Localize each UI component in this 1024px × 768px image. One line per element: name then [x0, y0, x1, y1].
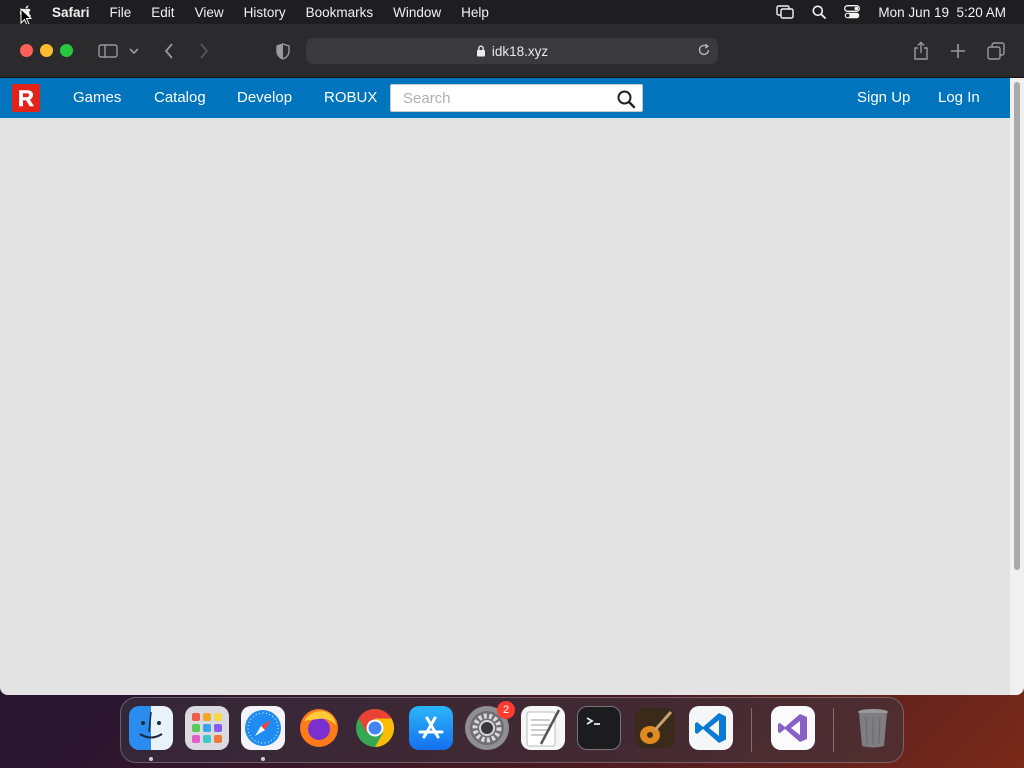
menu-history[interactable]: History: [244, 5, 286, 20]
dock-terminal[interactable]: [577, 706, 621, 750]
roblox-logo-icon[interactable]: R: [12, 84, 40, 112]
new-tab-icon[interactable]: [946, 39, 970, 63]
sign-up-link[interactable]: Sign Up: [857, 78, 910, 118]
tab-overview-icon[interactable]: [984, 39, 1008, 63]
back-icon[interactable]: [157, 39, 181, 63]
menu-view[interactable]: View: [195, 5, 224, 20]
trash-icon: [858, 709, 888, 748]
nav-develop[interactable]: Develop: [237, 78, 292, 118]
dock-garageband[interactable]: [633, 706, 677, 750]
zoom-window-button[interactable]: [60, 44, 73, 57]
nav-games[interactable]: Games: [73, 78, 121, 118]
nav-catalog[interactable]: Catalog: [154, 78, 206, 118]
dock-textedit[interactable]: [521, 706, 565, 750]
chevron-down-icon[interactable]: [124, 39, 144, 63]
dock-separator-trash: [833, 708, 834, 752]
address-bar[interactable]: idk18.xyz: [306, 38, 718, 64]
menu-window[interactable]: Window: [393, 5, 441, 20]
vscode-icon: [695, 713, 726, 743]
reload-icon[interactable]: [696, 42, 712, 58]
dock-safari[interactable]: [241, 706, 285, 750]
dock-finder[interactable]: [129, 706, 173, 750]
spotlight-search-icon[interactable]: [812, 5, 827, 19]
menu-bar: Safari File Edit View History Bookmarks …: [0, 0, 1024, 24]
dock-visual-studio[interactable]: [771, 706, 815, 750]
close-window-button[interactable]: [20, 44, 33, 57]
search-box: [390, 84, 643, 112]
notification-badge: 2: [497, 701, 515, 719]
safari-window: idk18.xyz R Games Catalog Develop ROBUX: [0, 24, 1024, 695]
dock-chrome[interactable]: [353, 706, 397, 750]
control-center-icon[interactable]: [844, 5, 861, 19]
lock-icon: [476, 45, 485, 57]
finder-running-indicator: [149, 757, 153, 761]
dock: 2: [120, 697, 904, 763]
menu-help[interactable]: Help: [461, 5, 489, 20]
menu-edit[interactable]: Edit: [151, 5, 174, 20]
search-icon[interactable]: [616, 89, 636, 109]
menu-file[interactable]: File: [110, 5, 132, 20]
dock-system-preferences[interactable]: 2: [465, 701, 515, 750]
textedit-icon: [526, 709, 561, 747]
visual-studio-icon: [778, 714, 807, 742]
svg-text:R: R: [18, 86, 34, 111]
site-header: R Games Catalog Develop ROBUX Sign Up Lo…: [0, 78, 1010, 118]
nav-robux[interactable]: ROBUX: [324, 78, 377, 118]
url-text: idk18.xyz: [491, 43, 549, 59]
chrome-icon: [356, 708, 395, 748]
guitar-icon: [635, 708, 675, 748]
dock-app-store[interactable]: [409, 706, 453, 750]
search-input[interactable]: [391, 85, 611, 111]
dock-firefox[interactable]: [297, 706, 341, 750]
launchpad-icon: [192, 713, 222, 743]
menu-app-name[interactable]: Safari: [52, 5, 90, 20]
page-scrollbar[interactable]: [1010, 78, 1024, 695]
terminal-icon: [586, 717, 600, 725]
app-store-icon: [418, 716, 444, 739]
safari-running-indicator: [261, 757, 265, 761]
clock[interactable]: Mon Jun 19 5:20 AM: [878, 5, 1006, 20]
privacy-shield-icon[interactable]: [271, 39, 295, 63]
firefox-icon: [300, 709, 338, 747]
menu-bar-status: Mon Jun 19 5:20 AM: [776, 0, 1006, 24]
dock-trash[interactable]: [851, 706, 895, 750]
web-page: R Games Catalog Develop ROBUX Sign Up Lo…: [0, 78, 1010, 695]
sidebar-icon[interactable]: [96, 39, 120, 63]
finder-icon: [139, 711, 163, 739]
log-in-link[interactable]: Log In: [938, 78, 980, 118]
safari-compass-icon: [245, 710, 281, 746]
browser-toolbar: idk18.xyz: [0, 24, 1024, 78]
forward-icon[interactable]: [192, 39, 216, 63]
menu-bookmarks[interactable]: Bookmarks: [306, 5, 374, 20]
share-icon[interactable]: [909, 39, 933, 63]
screen-mirroring-icon[interactable]: [776, 5, 795, 19]
minimize-window-button[interactable]: [40, 44, 53, 57]
dock-launchpad[interactable]: [185, 706, 229, 750]
dock-vscode[interactable]: [689, 706, 733, 750]
scrollbar-thumb[interactable]: [1014, 82, 1020, 570]
dock-separator: [751, 708, 752, 752]
